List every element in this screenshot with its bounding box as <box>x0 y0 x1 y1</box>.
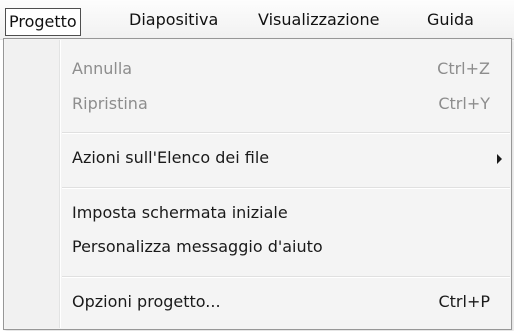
menu-item-label: Azioni sull'Elenco dei file <box>72 148 270 167</box>
menu-item-opzioni-progetto[interactable]: Opzioni progetto... Ctrl+P <box>5 285 510 319</box>
menu-separator <box>62 187 510 189</box>
menu-item-label: Annulla <box>72 59 133 78</box>
menu-item-personalizza-messaggio-aiuto[interactable]: Personalizza messaggio d'aiuto <box>5 230 510 264</box>
menu-visualizzazione[interactable]: Visualizzazione <box>258 6 379 34</box>
menu-separator <box>62 276 510 278</box>
menu-item-label: Personalizza messaggio d'aiuto <box>72 237 323 256</box>
chevron-right-icon <box>497 154 502 164</box>
menu-item-shortcut: Ctrl+Z <box>437 59 490 78</box>
menu-progetto[interactable]: Progetto <box>5 8 81 36</box>
application-window: Progetto Diapositiva Visualizzazione Gui… <box>0 0 514 331</box>
menu-item-label: Ripristina <box>72 94 148 113</box>
menu-item-imposta-schermata-iniziale[interactable]: Imposta schermata iniziale <box>5 196 510 230</box>
menu-item-shortcut: Ctrl+Y <box>438 94 490 113</box>
menu-item-ripristina[interactable]: Ripristina Ctrl+Y <box>5 87 510 121</box>
menu-item-azioni-elenco-file[interactable]: Azioni sull'Elenco dei file <box>5 141 510 175</box>
menu-diapositiva[interactable]: Diapositiva <box>129 6 218 34</box>
menu-separator <box>62 132 510 134</box>
progetto-dropdown-menu: Annulla Ctrl+Z Ripristina Ctrl+Y Azioni … <box>3 38 512 330</box>
menu-item-shortcut: Ctrl+P <box>438 292 490 311</box>
menu-item-annulla[interactable]: Annulla Ctrl+Z <box>5 52 510 86</box>
menu-guida[interactable]: Guida <box>427 6 474 34</box>
menu-bar: Progetto Diapositiva Visualizzazione Gui… <box>0 0 514 40</box>
menu-item-label: Imposta schermata iniziale <box>72 203 288 222</box>
menu-item-label: Opzioni progetto... <box>72 292 221 311</box>
